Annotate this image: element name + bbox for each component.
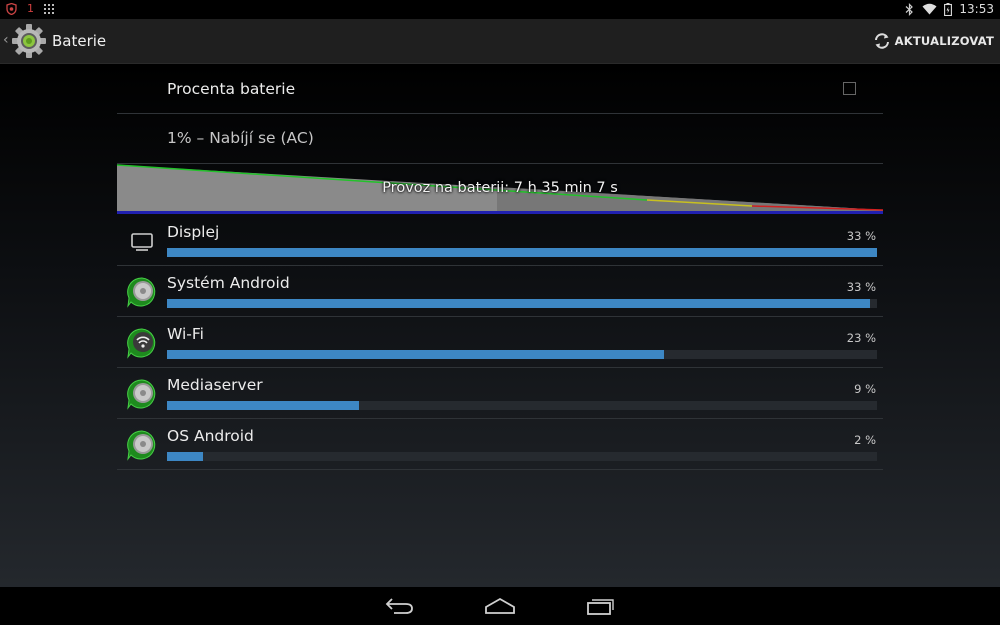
refresh-label: AKTUALIZOVAT — [894, 34, 994, 48]
usage-bar-track — [167, 452, 877, 461]
clock: 13:53 — [959, 2, 994, 16]
back-icon[interactable] — [384, 595, 416, 617]
usage-percent: 23 % — [846, 331, 876, 345]
battery-icon — [944, 2, 953, 16]
usage-bar-fill — [167, 350, 664, 359]
usage-percent: 33 % — [846, 280, 876, 294]
chevron-left-icon[interactable]: ‹ — [3, 32, 9, 48]
battery-graph-charging-bar — [117, 211, 883, 214]
notification-count: 1 — [27, 2, 34, 15]
page-title: Baterie — [52, 32, 107, 50]
wifi-app-icon — [127, 328, 156, 359]
battery-status: 1% – Nabíjí se (AC) — [167, 129, 314, 147]
battery-status-row: 1% – Nabíjí se (AC) — [117, 114, 883, 164]
usage-bar-fill — [167, 401, 359, 410]
usage-name: Systém Android — [167, 274, 290, 292]
battery-percent-label: Procenta baterie — [167, 80, 296, 98]
usage-item-displej[interactable]: Displej 33 % — [117, 215, 883, 266]
status-bar-notifications: 1 — [6, 2, 54, 15]
android-system-icon — [127, 277, 156, 308]
settings-gear-icon[interactable] — [11, 23, 47, 59]
usage-bar-fill — [167, 248, 877, 257]
status-bar-system: 13:53 — [904, 2, 994, 16]
usage-name: OS Android — [167, 427, 254, 445]
battery-time-label: Provoz na baterii: 7 h 35 min 7 s — [382, 180, 618, 196]
refresh-icon — [874, 33, 889, 49]
usage-name: Displej — [167, 223, 220, 241]
usage-percent: 9 % — [854, 382, 876, 396]
battery-history-graph[interactable]: Provoz na baterii: 7 h 35 min 7 s — [116, 164, 884, 214]
android-os-icon — [127, 430, 156, 461]
display-icon — [131, 233, 153, 251]
usage-bar-track — [167, 299, 877, 308]
usage-percent: 2 % — [854, 433, 876, 447]
grid-notification-icon — [44, 3, 54, 14]
usage-bar-track — [167, 350, 877, 359]
usage-item-system-android[interactable]: Systém Android 33 % — [117, 266, 883, 317]
usage-name: Wi-Fi — [167, 325, 204, 343]
refresh-button[interactable]: AKTUALIZOVAT — [873, 19, 994, 63]
recent-apps-icon[interactable] — [584, 595, 616, 617]
usage-percent: 33 % — [846, 229, 876, 243]
usage-bar-track — [167, 401, 877, 410]
battery-percent-checkbox[interactable] — [843, 82, 856, 95]
usage-item-wifi[interactable]: Wi-Fi 23 % — [117, 317, 883, 368]
battery-percent-row[interactable]: Procenta baterie — [117, 64, 883, 114]
usage-bar-fill — [167, 299, 870, 308]
status-bar: 1 13:53 — [0, 0, 1000, 19]
usage-bar-track — [167, 248, 877, 257]
bluetooth-icon — [906, 2, 914, 16]
usage-bar-fill — [167, 452, 203, 461]
home-icon[interactable] — [484, 595, 516, 617]
usage-name: Mediaserver — [167, 376, 263, 394]
wifi-icon — [922, 3, 937, 15]
usage-item-os-android[interactable]: OS Android 2 % — [117, 419, 883, 470]
action-bar: ‹ Baterie AKTUALIZOVAT — [0, 19, 1000, 64]
navigation-bar — [0, 587, 1000, 625]
mediaserver-icon — [127, 379, 156, 410]
shield-notification-icon — [6, 2, 17, 15]
usage-item-mediaserver[interactable]: Mediaserver 9 % — [117, 368, 883, 419]
